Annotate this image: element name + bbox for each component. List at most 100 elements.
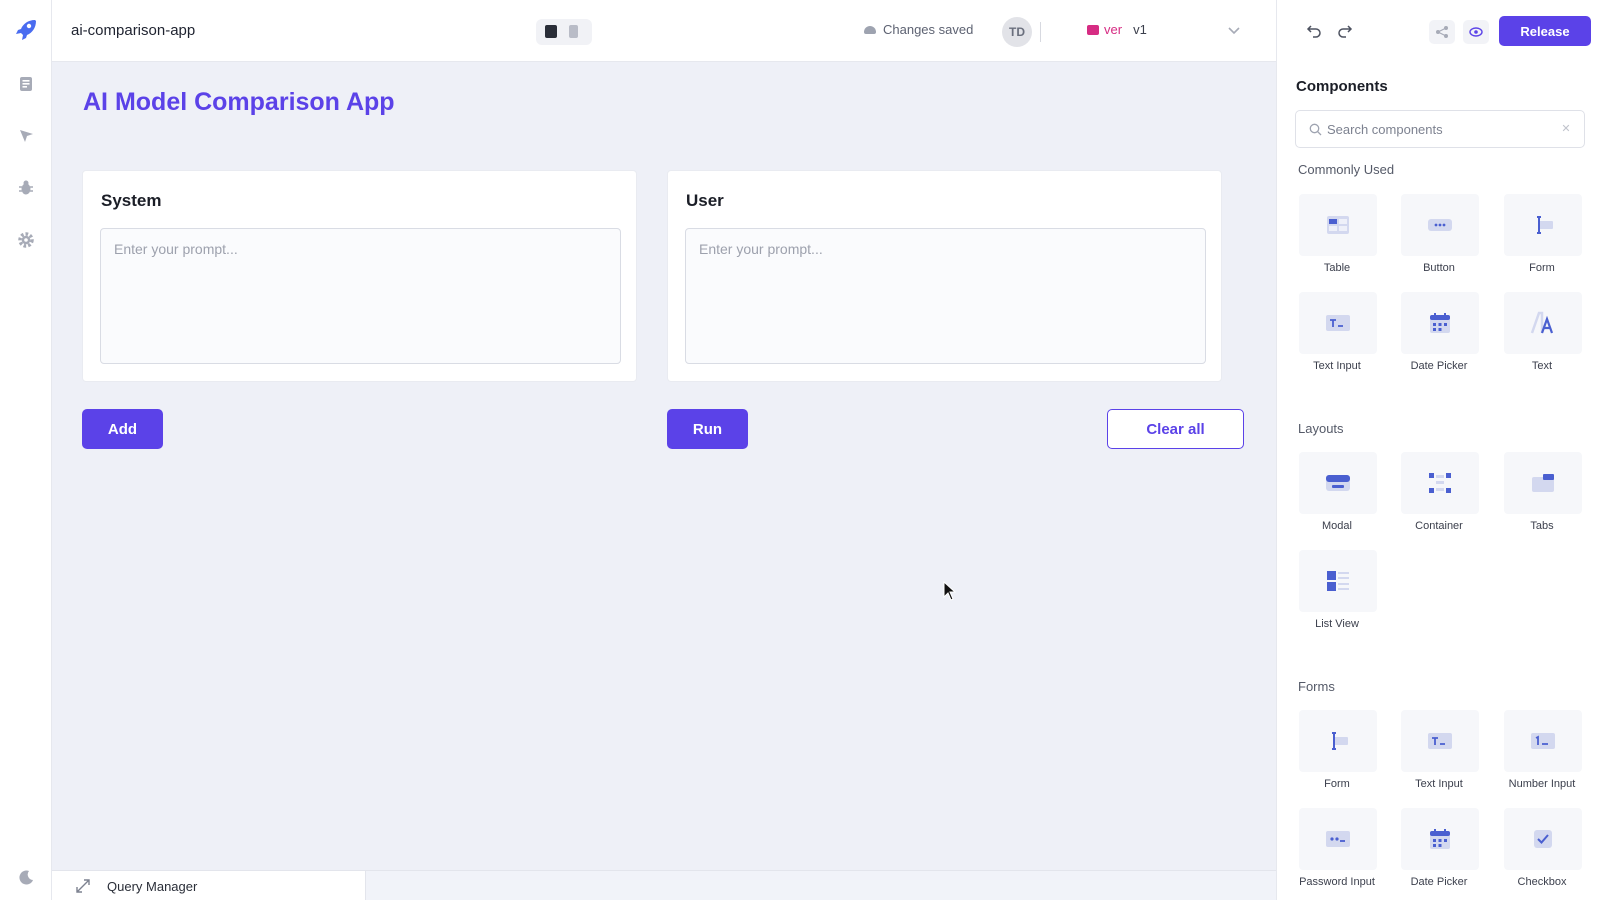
component-button[interactable]: Button	[1397, 194, 1481, 284]
preview-eye-icon[interactable]	[1463, 20, 1489, 44]
add-button[interactable]: Add	[82, 409, 163, 449]
cloud-icon	[864, 25, 876, 34]
component-search[interactable]: ✕	[1295, 110, 1585, 148]
app-canvas: AI Model Comparison App System User Add …	[52, 62, 1276, 870]
text-input-icon	[1401, 710, 1479, 772]
component-label: Text Input	[1313, 360, 1361, 372]
components-title: Components	[1296, 78, 1388, 95]
component-date-picker[interactable]: Date Picker	[1397, 292, 1481, 382]
clear-all-button[interactable]: Clear all	[1107, 409, 1244, 449]
component-label: Text	[1531, 360, 1553, 372]
version-value: v1	[1133, 22, 1147, 37]
expand-icon[interactable]	[74, 877, 92, 895]
dark-mode-moon-icon[interactable]	[15, 866, 37, 888]
version-selector[interactable]: ver v1	[1087, 22, 1147, 37]
user-card-title: User	[686, 191, 724, 210]
user-card: User	[667, 170, 1222, 382]
component-label: Text Input	[1415, 778, 1463, 790]
component-password-input[interactable]: Password Input	[1295, 808, 1379, 898]
button-icon	[1401, 194, 1479, 256]
query-manager-tab[interactable]: Query Manager	[52, 871, 366, 900]
component-container[interactable]: Container	[1397, 452, 1481, 542]
inspector-icon[interactable]	[15, 125, 37, 147]
section-layouts: Layouts	[1298, 421, 1344, 436]
component-label: Password Input	[1299, 876, 1375, 888]
text-icon	[1504, 292, 1582, 354]
debugger-bug-icon[interactable]	[15, 177, 37, 199]
component-form[interactable]: Form	[1295, 710, 1379, 800]
save-status-text: Changes saved	[883, 22, 974, 37]
container-icon	[1401, 452, 1479, 514]
right-toolbar: Release	[1277, 0, 1600, 62]
release-button[interactable]: Release	[1499, 16, 1591, 46]
component-label: Checkbox	[1517, 876, 1567, 888]
share-icon[interactable]	[1429, 20, 1455, 44]
pages-icon[interactable]	[15, 73, 37, 95]
component-form[interactable]: Form	[1500, 194, 1584, 284]
user-prompt-input[interactable]	[685, 228, 1206, 364]
form-icon	[1299, 710, 1377, 772]
component-label: Form	[1324, 778, 1350, 790]
left-sidebar	[0, 0, 52, 900]
component-label: Date Picker	[1410, 360, 1468, 372]
component-checkbox[interactable]: Checkbox	[1500, 808, 1584, 898]
component-text-input[interactable]: Text Input	[1295, 292, 1379, 382]
component-label: Table	[1323, 262, 1351, 274]
component-date-picker[interactable]: Date Picker	[1397, 808, 1481, 898]
checkbox-icon	[1504, 808, 1582, 870]
search-input[interactable]	[1327, 121, 1547, 137]
components-panel: Release Components ✕ Commonly Used Table…	[1276, 0, 1600, 900]
section-forms: Forms	[1298, 679, 1335, 694]
section-commonly-used: Commonly Used	[1298, 162, 1395, 177]
tabs-icon	[1504, 452, 1582, 514]
system-card-title: System	[101, 191, 162, 210]
search-icon	[1309, 122, 1323, 136]
component-label: List View	[1315, 618, 1359, 630]
layers-icon	[1087, 24, 1099, 35]
system-card: System	[82, 170, 637, 382]
app-name[interactable]: ai-comparison-app	[71, 22, 195, 39]
device-toggle	[536, 19, 592, 45]
divider	[1040, 22, 1041, 42]
component-tabs[interactable]: Tabs	[1500, 452, 1584, 542]
component-label: Tabs	[1530, 520, 1554, 532]
settings-gear-icon[interactable]	[15, 229, 37, 251]
run-button[interactable]: Run	[667, 409, 748, 449]
table-icon	[1299, 194, 1377, 256]
component-list-view[interactable]: List View	[1295, 550, 1379, 640]
component-number-input[interactable]: Number Input	[1500, 710, 1584, 800]
component-label: Container	[1415, 520, 1463, 532]
modal-icon	[1299, 452, 1377, 514]
version-label: ver	[1104, 22, 1123, 37]
password-input-icon	[1299, 808, 1377, 870]
mobile-view-icon[interactable]	[569, 25, 578, 38]
component-table[interactable]: Table	[1295, 194, 1379, 284]
avatar[interactable]: TD	[1002, 17, 1032, 47]
top-bar: ai-comparison-app Changes saved TD ver v…	[52, 0, 1276, 62]
query-manager-label: Query Manager	[107, 878, 198, 894]
component-text-input[interactable]: Text Input	[1397, 710, 1481, 800]
component-modal[interactable]: Modal	[1295, 452, 1379, 542]
component-label: Modal	[1322, 520, 1352, 532]
undo-icon[interactable]	[1305, 22, 1323, 40]
clear-search-icon[interactable]: ✕	[1560, 123, 1572, 135]
component-label: Form	[1529, 262, 1555, 274]
form-icon	[1504, 194, 1582, 256]
text-input-icon	[1299, 292, 1377, 354]
calendar-icon	[1401, 808, 1479, 870]
system-prompt-input[interactable]	[100, 228, 621, 364]
list-view-icon	[1299, 550, 1377, 612]
save-status: Changes saved	[864, 22, 973, 37]
desktop-view-icon[interactable]	[545, 25, 557, 38]
chevron-down-icon[interactable]	[1227, 22, 1241, 38]
bottom-bar: Query Manager	[52, 870, 1276, 900]
calendar-icon	[1401, 292, 1479, 354]
redo-icon[interactable]	[1336, 22, 1354, 40]
component-text[interactable]: Text	[1500, 292, 1584, 382]
component-label: Button	[1423, 262, 1455, 274]
number-input-icon	[1504, 710, 1582, 772]
component-label: Number Input	[1508, 778, 1576, 790]
page-title: AI Model Comparison App	[83, 88, 395, 116]
rocket-logo-icon[interactable]	[12, 16, 40, 44]
mouse-cursor-icon	[943, 580, 957, 601]
